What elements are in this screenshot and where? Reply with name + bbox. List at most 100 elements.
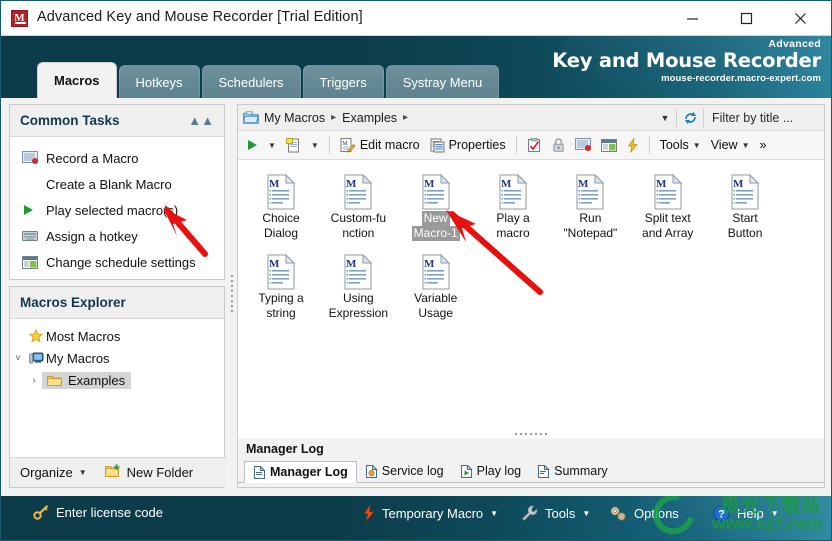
chevron-up-icon[interactable]: ▲▲ (188, 113, 214, 128)
breadcrumb-separator-icon[interactable]: ▸ (327, 112, 340, 123)
options-button[interactable]: Options (609, 505, 679, 522)
status-tools-label: Tools (545, 505, 576, 521)
toolbar-overflow-button[interactable]: » (755, 134, 770, 157)
macro-item-choice-dialog[interactable]: M Choice Dialog (244, 169, 318, 241)
log-tab-manager-log[interactable]: Manager Log (244, 461, 357, 483)
record-macro-icon (22, 149, 46, 167)
task-assign-a-hotkey[interactable]: Assign a hotkey (10, 223, 224, 249)
breadcrumb-examples[interactable]: Examples (340, 111, 399, 125)
checklist-button[interactable] (523, 134, 546, 157)
common-tasks-title: Common Tasks (20, 113, 120, 128)
status-tools-button[interactable]: Tools ▼ (521, 505, 590, 521)
macro-item-using-expression[interactable]: M Using Expression (321, 249, 395, 321)
edit-macro-label: Edit macro (359, 138, 420, 152)
maximize-button[interactable] (723, 1, 769, 35)
macro-label-line2: string (266, 306, 296, 320)
record-button[interactable] (571, 134, 595, 157)
log-tab-label: Service log (381, 464, 444, 478)
task-play-selected-macros[interactable]: Play selected macro(s) (10, 197, 224, 223)
view-menu-button[interactable]: View ▼ (707, 134, 754, 157)
temporary-macro-label: Temporary Macro (382, 505, 484, 521)
task-change-schedule-settings[interactable]: Change schedule settings (10, 249, 224, 275)
enter-license-code-button[interactable]: Enter license code (33, 505, 163, 520)
tree-item-examples[interactable]: › Examples (10, 369, 224, 391)
macro-item-run-notepad[interactable]: M Run "Notepad" (553, 169, 627, 241)
caret-down-icon[interactable]: ▼ (79, 468, 87, 477)
minimize-button[interactable] (669, 1, 715, 35)
key-icon (33, 505, 49, 520)
lock-icon (552, 137, 564, 152)
macro-label-line2: Macro-1 (411, 226, 460, 241)
svg-text:M: M (424, 178, 435, 190)
log-section: Manager Log Manager Log Service log Play… (238, 438, 824, 487)
breadcrumb-my-macros[interactable]: My Macros (262, 111, 327, 125)
organize-button[interactable]: Organize (20, 465, 73, 480)
tab-hotkeys[interactable]: Hotkeys (118, 65, 200, 98)
breadcrumb-dropdown-icon[interactable]: ▼ (654, 113, 676, 123)
play-button[interactable] (242, 134, 262, 157)
macro-item-typing-a-string[interactable]: M Typing a string (244, 249, 318, 321)
record-icon (574, 138, 591, 151)
app-window: M Advanced Key and Mouse Recorder [Trial… (0, 0, 832, 541)
task-create-a-blank-macro[interactable]: Create a Blank Macro (10, 171, 224, 197)
macro-file-icon: M (399, 249, 473, 291)
log-tab-service-log[interactable]: Service log (357, 460, 452, 482)
tab-systray-menu[interactable]: Systray Menu (385, 65, 500, 98)
common-tasks-panel: Common Tasks ▲▲ Record a Macro Create a … (9, 104, 225, 280)
new-macro-button[interactable] (282, 134, 305, 157)
play-dropdown-button[interactable]: ▼ (264, 134, 280, 157)
task-label: Play selected macro(s) (46, 202, 179, 218)
macros-explorer-panel: Macros Explorer Most Macros ˅ My Macros … (9, 286, 226, 488)
new-macro-dropdown-button[interactable]: ▼ (307, 134, 323, 157)
tab-macros[interactable]: Macros (37, 62, 117, 98)
macro-toolbar: ▼ ▼ M Edit macro Properties Tools ▼ View… (238, 131, 824, 160)
trigger-button[interactable] (623, 134, 643, 157)
tree-item-selected-wrap: Examples (42, 371, 132, 389)
macro-label-line1: Choice (262, 211, 300, 225)
log-tab-summary[interactable]: Summary (529, 460, 615, 482)
macro-item-custom-function[interactable]: M Custom-fu nction (321, 169, 395, 241)
tab-schedulers[interactable]: Schedulers (201, 65, 301, 98)
breadcrumb-separator-icon[interactable]: ▸ (399, 112, 412, 123)
tree-twisty-expanded-icon[interactable]: ˅ (10, 353, 26, 364)
macro-label-line1: Typing a (258, 291, 304, 305)
caret-down-icon: ▼ (490, 508, 499, 518)
divider (328, 136, 330, 154)
edit-macro-button[interactable]: M Edit macro (336, 134, 424, 157)
vertical-splitter[interactable] (229, 198, 235, 388)
close-button[interactable] (777, 1, 823, 35)
help-button[interactable]: ? Help ▼ (713, 505, 779, 522)
horizontal-splitter[interactable] (238, 430, 824, 438)
refresh-icon[interactable] (677, 111, 703, 125)
filter-input[interactable]: Filter by title ... (704, 111, 822, 125)
svg-text:M: M (269, 258, 280, 270)
edit-macro-icon: M (340, 137, 356, 152)
properties-button[interactable]: Properties (426, 134, 510, 157)
tree-item-my-macros[interactable]: ˅ My Macros (10, 347, 224, 369)
tree-twisty-collapsed-icon[interactable]: › (26, 375, 42, 386)
tab-triggers[interactable]: Triggers (302, 65, 384, 98)
macro-item-play-a-macro[interactable]: M Play a macro (476, 169, 550, 241)
wrench-icon (522, 505, 538, 521)
title-bar: M Advanced Key and Mouse Recorder [Trial… (1, 1, 831, 36)
schedule-button[interactable] (597, 134, 621, 157)
macro-item-start-button[interactable]: M Start Button (708, 169, 782, 241)
macro-item-variable-usage[interactable]: M Variable Usage (399, 249, 473, 321)
task-record-a-macro[interactable]: Record a Macro (10, 145, 224, 171)
macro-label-line2: macro (496, 226, 530, 240)
macro-item-split-text-and-array[interactable]: M Split text and Array (631, 169, 705, 241)
tools-menu-button[interactable]: Tools ▼ (656, 134, 705, 157)
tab-schedulers-label: Schedulers (218, 74, 284, 90)
macro-item-new-macro-1[interactable]: M New Macro-1 (399, 169, 473, 241)
main-tabs: Macros Hotkeys Schedulers Triggers Systr… (37, 62, 501, 98)
tree-item-most-macros[interactable]: Most Macros (10, 325, 224, 347)
temporary-macro-button[interactable]: Temporary Macro ▼ (363, 505, 498, 521)
common-tasks-list: Record a Macro Create a Blank Macro Play… (10, 137, 224, 275)
log-tab-play-log[interactable]: Play log (452, 460, 529, 482)
macros-explorer-title: Macros Explorer (20, 295, 126, 310)
new-folder-button[interactable]: New Folder (127, 465, 193, 480)
brand-line2: Key and Mouse Recorder (552, 49, 821, 72)
lock-button[interactable] (548, 134, 569, 157)
macro-file-icon: M (708, 169, 782, 211)
app-icon-letter: M (14, 12, 25, 24)
